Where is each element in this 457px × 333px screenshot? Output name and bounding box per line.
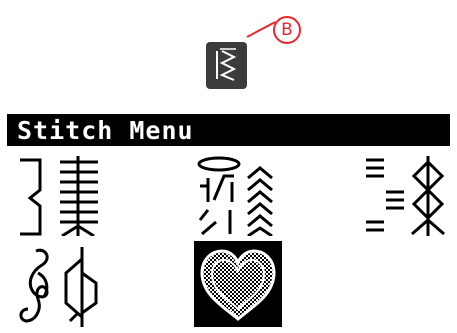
category-decorative-stitches[interactable] bbox=[194, 152, 284, 236]
callout-line bbox=[246, 21, 276, 38]
heart-stitch-icon bbox=[200, 249, 276, 321]
decorative-stitches-icon bbox=[197, 156, 273, 236]
category-ornamental-stitches[interactable] bbox=[16, 243, 106, 327]
ornamental-stitches-icon bbox=[19, 247, 98, 327]
category-utility-stitches[interactable] bbox=[16, 152, 106, 236]
category-quilt-stitches[interactable] bbox=[362, 152, 452, 236]
utility-stitches-icon bbox=[20, 156, 98, 236]
menu-title: Stitch Menu bbox=[17, 116, 194, 145]
callout-badge-b: B bbox=[273, 16, 301, 44]
stitch-menu-icon bbox=[216, 48, 237, 81]
stitch-menu-button[interactable] bbox=[206, 42, 247, 89]
category-heart-stitch[interactable] bbox=[194, 241, 282, 327]
menu-titlebar: Stitch Menu bbox=[7, 114, 450, 146]
quilt-stitches-icon bbox=[366, 156, 445, 236]
